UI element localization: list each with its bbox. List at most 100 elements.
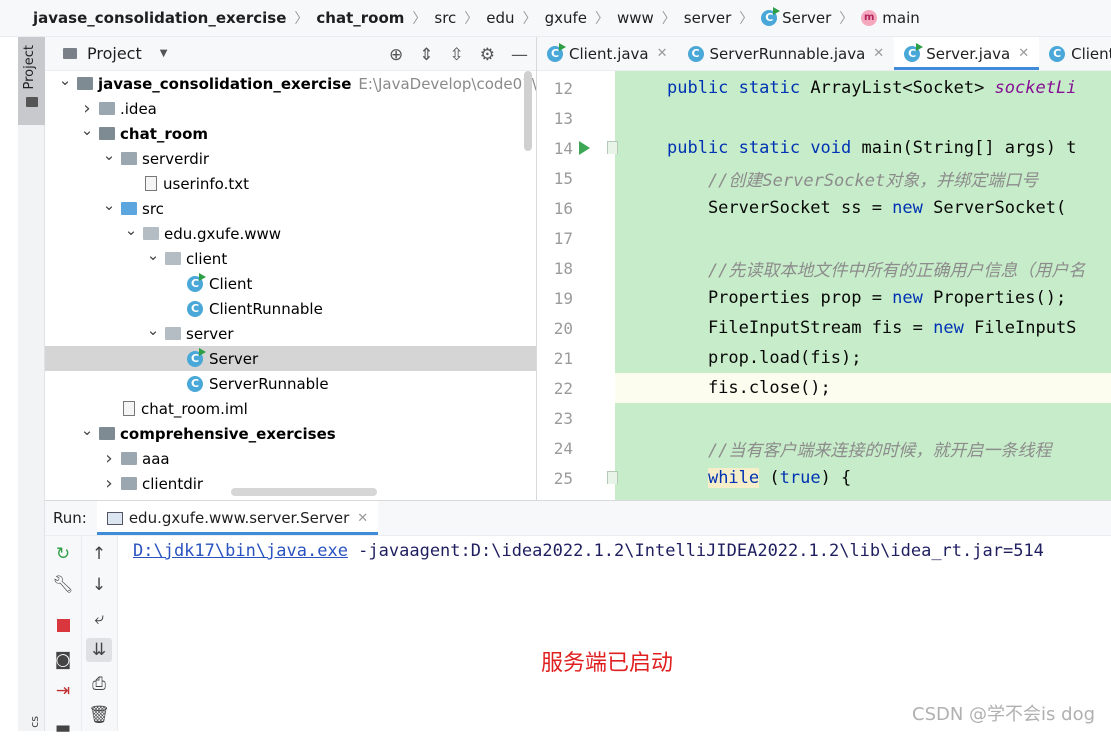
code-line: 16 ServerSocket ss = new ServerSocket( xyxy=(537,193,1111,223)
code-line: 25 while (true) { xyxy=(537,463,1111,493)
collapse-all-icon[interactable]: ⇳ xyxy=(450,45,464,65)
chevron-right-icon[interactable]: › xyxy=(79,98,95,119)
arrow-up-icon[interactable]: ↑ xyxy=(86,542,112,566)
close-icon[interactable]: ✕ xyxy=(357,511,368,526)
chevron-down-icon[interactable]: ⌄ xyxy=(79,421,95,439)
more-icon[interactable]: ▬ xyxy=(50,716,76,740)
gutter-cell xyxy=(577,73,615,103)
breadcrumb-edu[interactable]: edu xyxy=(486,9,514,27)
breadcrumb-project[interactable]: javase_consolidation_exercise xyxy=(33,9,286,27)
tree-item[interactable]: ⌄ serverdir xyxy=(45,146,536,171)
class-icon: C xyxy=(187,375,203,392)
print-icon[interactable]: ⎙ xyxy=(86,672,112,696)
code-token: ArrayList<Socket> xyxy=(810,78,995,98)
java-path-link[interactable]: D:\jdk17\bin\java.exe xyxy=(133,541,348,561)
chevron-down-icon[interactable]: ⌄ xyxy=(123,221,139,239)
camera-icon[interactable]: ◙ xyxy=(50,648,76,672)
gear-icon[interactable]: ⚙ xyxy=(480,45,495,65)
editor-tab[interactable]: C Client xyxy=(1039,37,1111,70)
tree-item-label: server xyxy=(186,324,234,343)
tree-item[interactable]: ⌄ client xyxy=(45,246,536,271)
tree-item-label: Server xyxy=(209,349,259,368)
breadcrumb-www[interactable]: www xyxy=(617,9,654,27)
breadcrumb-src[interactable]: src xyxy=(434,9,456,27)
text-file-icon xyxy=(145,176,157,191)
fold-marker-icon[interactable] xyxy=(607,141,618,154)
arrow-down-icon[interactable]: ↓ xyxy=(86,573,112,597)
tree-item[interactable]: userinfo.txt xyxy=(45,171,536,196)
breadcrumb-method[interactable]: main xyxy=(882,9,919,27)
run-gutter-icon[interactable] xyxy=(579,141,590,155)
breadcrumb-gxufe[interactable]: gxufe xyxy=(545,9,587,27)
tree-item[interactable]: › aaa xyxy=(45,446,536,471)
fold-marker-icon[interactable] xyxy=(607,471,618,484)
editor-tab[interactable]: C ServerRunnable.java ✕ xyxy=(678,37,895,70)
editor-tab-label: Server.java xyxy=(926,44,1011,63)
code-editor[interactable]: 12 public static ArrayList<Socket> socket… xyxy=(537,71,1111,500)
breadcrumb-server[interactable]: server xyxy=(684,9,731,27)
tree-item[interactable]: ⌄ src xyxy=(45,196,536,221)
breadcrumb-class[interactable]: Server xyxy=(782,9,831,27)
tree-item[interactable]: C ClientRunnable xyxy=(45,296,536,321)
run-toolbar-primary: ↻ 🔧︎ ◙ ⇥ ▬ xyxy=(45,536,82,738)
tree-item[interactable]: ⌄ server xyxy=(45,321,536,346)
chevron-down-icon[interactable]: ⌄ xyxy=(145,321,161,339)
tree-horizontal-scrollbar[interactable] xyxy=(231,488,377,496)
close-icon[interactable]: ✕ xyxy=(657,46,668,61)
run-config-tab[interactable]: edu.gxufe.www.server.Server ✕ xyxy=(96,501,379,535)
tree-item[interactable]: chat_room.iml xyxy=(45,396,536,421)
stop-icon[interactable] xyxy=(50,613,76,637)
scroll-to-end-icon[interactable]: ⇊ xyxy=(86,638,112,662)
tree-item[interactable]: ⌄ comprehensive_exercises xyxy=(45,421,536,446)
trash-icon[interactable]: 🗑︎ xyxy=(86,703,112,727)
tree-item[interactable]: ⌄ edu.gxufe.www xyxy=(45,221,536,246)
close-icon[interactable]: ✕ xyxy=(1018,46,1029,61)
watermark: CSDN @学不会is dog xyxy=(912,704,1096,725)
minimize-icon[interactable]: — xyxy=(511,45,528,65)
tree-item[interactable]: ⌄ javase_consolidation_exercise E:\JavaDev… xyxy=(45,71,536,96)
wrench-icon[interactable]: 🔧︎ xyxy=(50,573,76,597)
exit-icon[interactable]: ⇥ xyxy=(50,679,76,703)
gutter-cell xyxy=(577,103,615,133)
editor-tab-label: ServerRunnable.java xyxy=(709,44,866,63)
tree-item[interactable]: ⌄ chat_room xyxy=(45,121,536,146)
code-text: //当有客户端来连接的时候，就开启一条线程 xyxy=(615,436,1051,461)
chevron-down-icon[interactable]: ⌄ xyxy=(79,121,95,139)
soft-wrap-icon[interactable]: ⤶ xyxy=(86,607,112,631)
project-tool-tab[interactable]: Project xyxy=(18,37,45,125)
side-tab-label[interactable]: cs xyxy=(28,716,41,728)
chevron-down-icon[interactable]: ⌄ xyxy=(57,71,73,89)
tree-item[interactable]: › .idea xyxy=(45,96,536,121)
tree-item[interactable]: C ServerRunnable xyxy=(45,371,536,396)
locate-icon[interactable]: ⊕ xyxy=(389,45,403,65)
chevron-down-icon[interactable]: ⌄ xyxy=(101,146,117,164)
expand-all-icon[interactable]: ⇕ xyxy=(419,45,433,65)
editor-tab[interactable]: C Client.java ✕ xyxy=(537,37,678,70)
line-number: 15 xyxy=(553,168,573,188)
close-icon[interactable]: ✕ xyxy=(873,46,884,61)
chevron-down-icon[interactable]: ▼ xyxy=(160,48,168,59)
project-panel-toolbar: ⊕ ⇕ ⇳ ⚙ — xyxy=(389,45,528,65)
chevron-down-icon[interactable]: ⌄ xyxy=(101,196,117,214)
gutter-cell xyxy=(577,433,615,463)
chevron-down-icon[interactable]: ⌄ xyxy=(145,246,161,264)
folder-icon xyxy=(99,102,115,115)
chevron-right-icon[interactable]: › xyxy=(101,448,117,469)
tree-item-label: aaa xyxy=(142,449,170,468)
code-line: 22 fis.close(); xyxy=(537,373,1111,403)
code-token: main(String[] args) t xyxy=(861,138,1077,158)
line-number: 16 xyxy=(553,198,573,218)
code-token: //先读取本地文件中所有的正确用户信息（用户名 xyxy=(667,260,1086,281)
chevron-right-icon[interactable]: › xyxy=(101,473,117,494)
tree-item-label: clientdir xyxy=(142,474,204,493)
breadcrumb-module[interactable]: chat_room xyxy=(316,9,404,27)
project-panel-title[interactable]: Project xyxy=(87,44,142,63)
tree-item[interactable]: C Server xyxy=(45,346,536,371)
editor-tab[interactable]: C Server.java ✕ xyxy=(894,37,1040,70)
rerun-icon[interactable]: ↻ xyxy=(50,542,76,566)
code-line: 18 //先读取本地文件中所有的正确用户信息（用户名 xyxy=(537,253,1111,283)
code-line: 14 public static void main(String[] args)… xyxy=(537,133,1111,163)
tree-scrollbar[interactable] xyxy=(524,71,532,151)
tree-item[interactable]: C Client xyxy=(45,271,536,296)
code-line: 13 xyxy=(537,103,1111,133)
